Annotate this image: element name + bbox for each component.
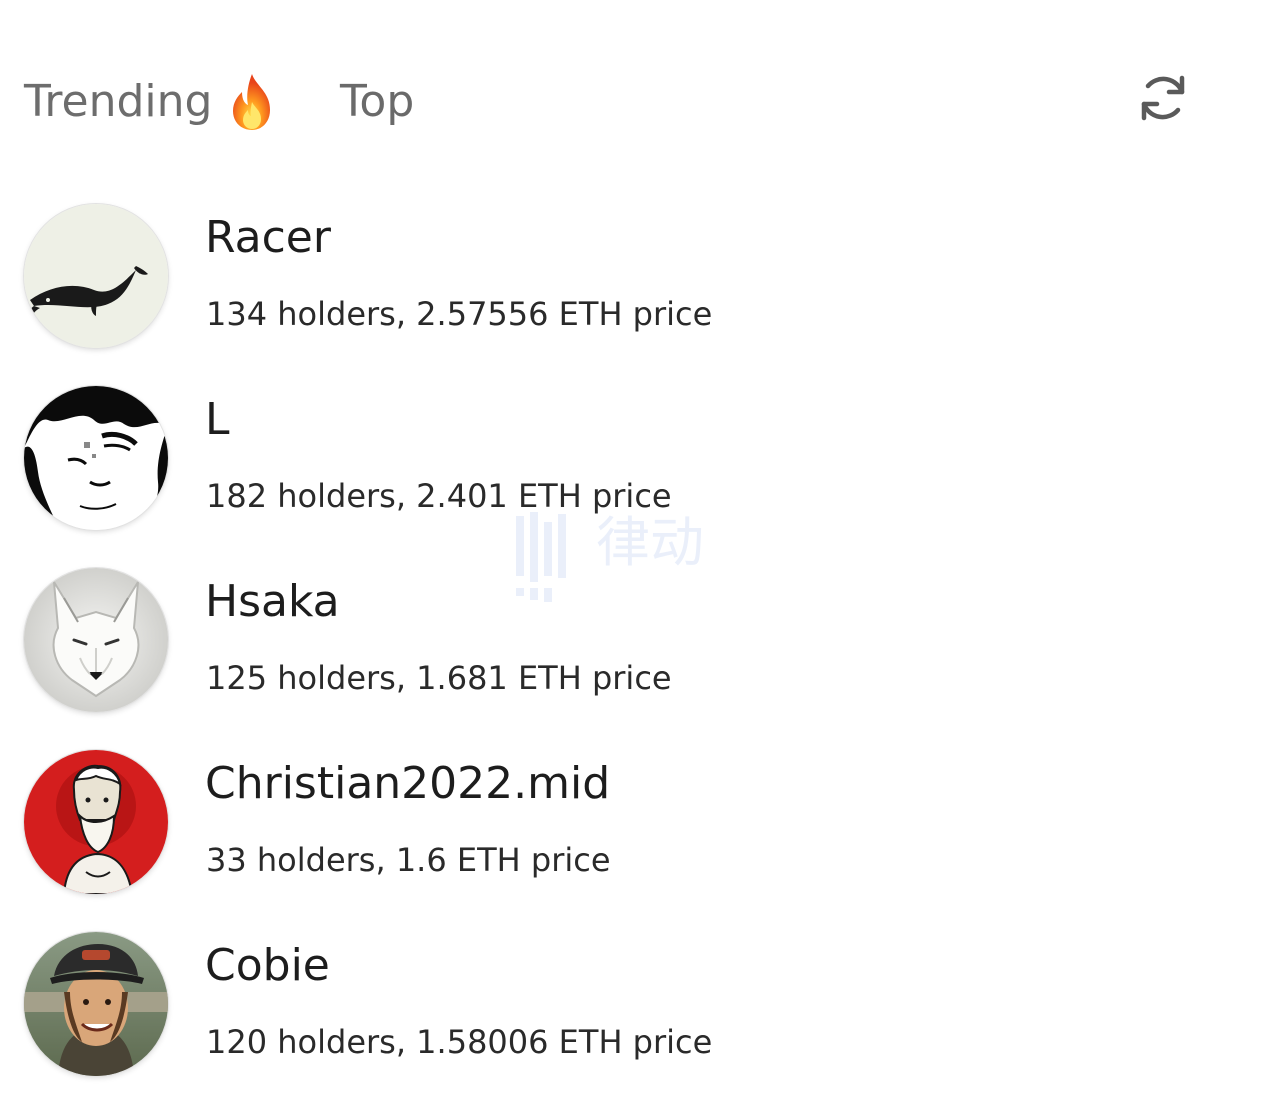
list-item[interactable]: Cobie 120 holders, 1.58006 ETH price — [24, 932, 1254, 1082]
avatar-hsaka — [24, 568, 168, 712]
list-item-name: Hsaka — [205, 576, 340, 627]
list-item-meta: 125 holders, 1.681 ETH price — [206, 659, 672, 697]
refresh-icon[interactable] — [1136, 70, 1192, 126]
avatar-l — [24, 386, 168, 530]
tab-top[interactable]: Top — [340, 70, 414, 134]
list-item[interactable]: Hsaka 125 holders, 1.681 ETH price — [24, 568, 1254, 718]
tab-bar: Trending Top — [24, 70, 1254, 134]
list-item-name: Cobie — [205, 940, 330, 991]
list-item-meta: 134 holders, 2.57556 ETH price — [206, 295, 713, 333]
tab-trending[interactable]: Trending — [24, 70, 278, 134]
list-item-meta: 33 holders, 1.6 ETH price — [206, 841, 611, 879]
list-item-meta: 182 holders, 2.401 ETH price — [206, 477, 672, 515]
list-item-name: Racer — [205, 212, 331, 263]
list-item[interactable]: Christian2022.mid 33 holders, 1.6 ETH pr… — [24, 750, 1254, 900]
list-item-meta: 120 holders, 1.58006 ETH price — [206, 1023, 713, 1061]
fire-icon — [226, 70, 278, 134]
avatar-racer — [24, 204, 168, 348]
list-item[interactable]: Racer 134 holders, 2.57556 ETH price — [24, 204, 1254, 354]
avatar-christian2022 — [24, 750, 168, 894]
list-item[interactable]: L 182 holders, 2.401 ETH price — [24, 386, 1254, 536]
list-item-name: L — [205, 394, 230, 445]
avatar-cobie — [24, 932, 168, 1076]
list-item-name: Christian2022.mid — [205, 758, 611, 809]
tab-trending-label: Trending — [24, 76, 213, 127]
